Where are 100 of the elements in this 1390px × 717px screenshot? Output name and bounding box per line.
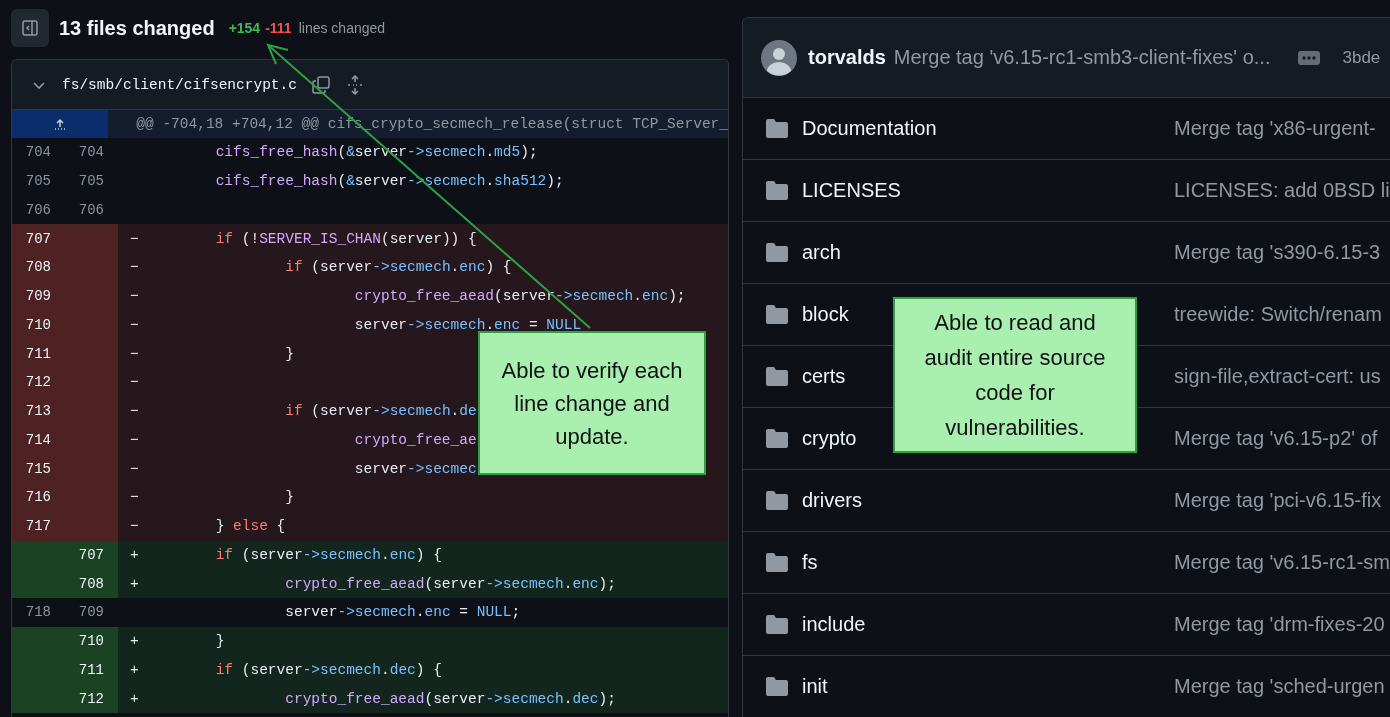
deletions-count: -111 <box>265 20 292 36</box>
folder-icon <box>766 677 788 696</box>
commit-message[interactable]: sign-file,extract-cert: us <box>1174 365 1381 388</box>
line-number: 708 <box>12 253 65 282</box>
folder-icon <box>766 491 788 510</box>
file-path: fs/smb/client/cifsencrypt.c <box>62 76 297 93</box>
ellipsis-button[interactable] <box>1298 50 1321 65</box>
line-number: 705 <box>77 172 105 192</box>
diff-sign: − <box>129 316 140 333</box>
commit-message[interactable]: Merge tag 'v6.15-p2' of <box>1174 427 1378 450</box>
diff-sign: − <box>129 460 140 477</box>
line-number: 718 <box>24 603 52 623</box>
commit-message[interactable]: Merge tag 'pci-v6.15-fix <box>1174 489 1382 512</box>
folder-name[interactable]: crypto <box>802 427 857 449</box>
code-line: if (server->secmech.enc) { <box>214 546 442 563</box>
folder-name[interactable]: certs <box>802 365 846 387</box>
diff-sign: + <box>129 690 140 707</box>
folder-name[interactable]: init <box>802 675 828 697</box>
code-line: if (server->secmech.dec) { <box>214 661 442 678</box>
line-number: 713 <box>12 396 65 426</box>
code-line: crypto_free_ae <box>353 431 477 448</box>
commit-message[interactable]: Merge tag 'x86-urgent- <box>1174 117 1376 140</box>
line-number: 710 <box>12 310 65 340</box>
commit-message[interactable]: Merge tag 's390-6.15-3 <box>1174 241 1381 264</box>
code-line: server->secmech.enc = NULL <box>353 316 582 333</box>
code-line: if (server->secmech.enc) { <box>284 259 512 276</box>
folder-name[interactable]: block <box>802 303 849 325</box>
folder-name[interactable]: Documentation <box>802 117 937 139</box>
avatar <box>761 39 797 76</box>
line-number: 712 <box>65 684 118 713</box>
commit-message[interactable]: Merge tag 'drm-fixes-20 <box>1174 613 1385 636</box>
sidebar-toggle-button[interactable] <box>11 9 49 47</box>
folder-icon <box>766 429 788 448</box>
diff-sign: + <box>129 633 140 650</box>
folder-icon <box>766 119 788 138</box>
diff-sign: − <box>129 345 140 362</box>
diff-sign: + <box>129 546 140 563</box>
line-number: 709 <box>77 603 105 623</box>
code-line: server->secmec <box>353 460 477 477</box>
diff-sign: + <box>129 661 140 678</box>
line-number: 707 <box>65 540 118 570</box>
line-number: 715 <box>12 454 65 483</box>
arrow-up-icon <box>53 117 68 131</box>
line-number: 717 <box>12 511 65 541</box>
diff-sign: − <box>129 518 140 535</box>
lines-changed-label: lines changed <box>298 20 386 36</box>
code-line: crypto_free_aead(server->secmech.enc); <box>284 575 616 592</box>
folder-icon <box>766 367 788 386</box>
commit-message[interactable]: Merge tag 'sched-urgen <box>1174 675 1385 698</box>
callout-note: Able to verify each line change and update. <box>478 331 706 475</box>
sidebar-icon <box>21 19 39 37</box>
commit-author[interactable]: torvalds <box>808 46 886 69</box>
code-line: server->secmech.enc = NULL; <box>284 604 521 621</box>
line-number: 706 <box>77 200 105 220</box>
callout-note: Able to read and audit entire source code for vulnerabilities. <box>893 297 1137 453</box>
code-line: } <box>214 633 225 650</box>
files-changed-title: 13 files changed <box>59 16 215 40</box>
folder-icon <box>766 305 788 324</box>
code-line: crypto_free_aead(server->secmech.enc); <box>353 288 686 305</box>
code-line: } else { <box>214 518 286 535</box>
copy-icon[interactable] <box>310 74 331 95</box>
folder-icon <box>766 615 788 634</box>
diff-sign: + <box>129 575 140 592</box>
line-number: 706 <box>24 200 52 220</box>
line-number: 716 <box>12 483 65 512</box>
folder-name[interactable]: include <box>802 613 866 635</box>
diff-sign: − <box>129 489 140 506</box>
code-line: crypto_free_aead(server->secmech.dec); <box>284 690 616 707</box>
folder-name[interactable]: LICENSES <box>802 179 901 201</box>
line-number: 710 <box>65 626 118 656</box>
line-number: 714 <box>12 425 65 455</box>
line-number: 711 <box>65 655 118 685</box>
line-number: 704 <box>77 143 105 163</box>
additions-count: +154 <box>228 20 261 36</box>
commit-message[interactable]: treewide: Switch/renam <box>1174 303 1382 326</box>
line-number: 708 <box>65 569 118 598</box>
commit-hash[interactable]: 3bde <box>1342 47 1381 68</box>
commit-message[interactable]: Merge tag 'v6.15-rc1-smb3-client-fixes' o... <box>893 46 1271 69</box>
line-number: 705 <box>24 172 52 192</box>
folder-name[interactable]: fs <box>801 551 818 573</box>
code-line: } <box>284 345 294 362</box>
line-number: 704 <box>24 143 52 163</box>
diff-sign: − <box>129 431 140 448</box>
diff-sign: − <box>129 230 140 247</box>
folder-name[interactable]: drivers <box>802 489 862 511</box>
folder-name[interactable]: arch <box>802 241 841 263</box>
diff-sign: − <box>129 403 140 420</box>
commit-message[interactable]: LICENSES: add 0BSD li <box>1174 179 1390 202</box>
folder-icon <box>766 181 788 200</box>
code-line: } <box>284 489 294 506</box>
code-line: if (!SERVER_IS_CHAN(server)) { <box>214 230 477 247</box>
line-number: 712 <box>12 368 65 397</box>
commit-message[interactable]: Merge tag 'v6.15-rc1-sm <box>1173 551 1390 574</box>
code-line: if (server->secmech.de <box>284 403 477 420</box>
line-number: 709 <box>12 281 65 311</box>
diff-sign: − <box>129 259 140 276</box>
line-number: 711 <box>12 339 65 368</box>
diff-sign: − <box>129 288 140 305</box>
folder-icon <box>766 243 788 262</box>
diff-sign: − <box>129 374 140 391</box>
